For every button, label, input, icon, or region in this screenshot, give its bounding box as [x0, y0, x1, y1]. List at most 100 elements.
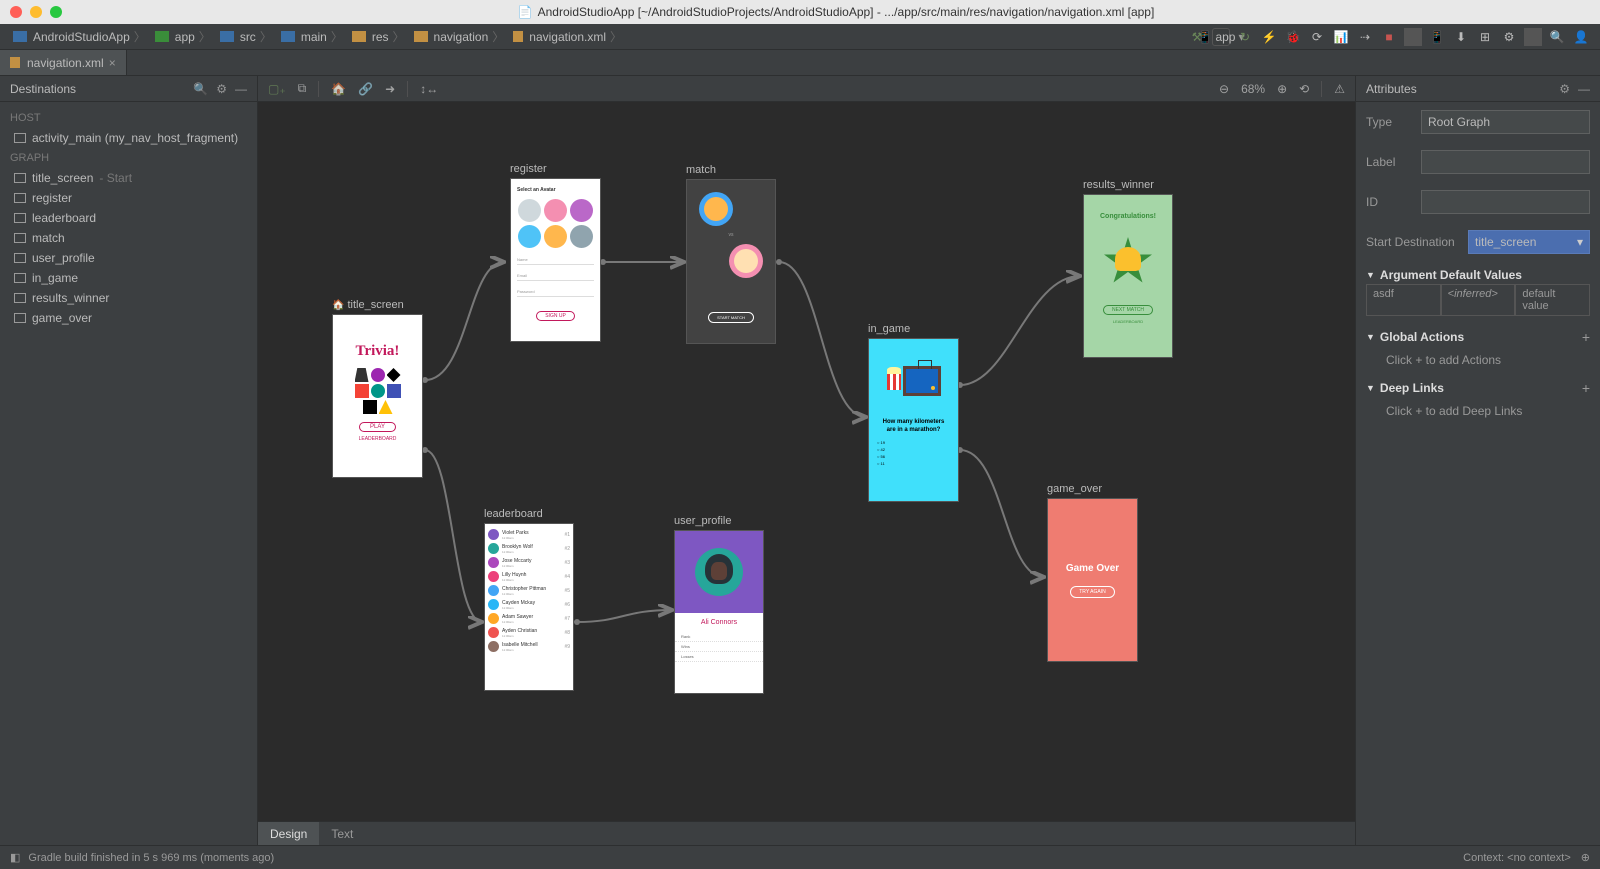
zoom-level[interactable]: 68% — [1241, 82, 1265, 96]
layout-icon — [14, 133, 26, 143]
graph-item-title-screen[interactable]: title_screen - Start — [0, 168, 257, 188]
graph-item-game-over[interactable]: game_over — [0, 308, 257, 328]
status-bar: ◧ Gradle build finished in 5 s 969 ms (m… — [0, 845, 1600, 869]
hide-icon[interactable]: — — [235, 82, 247, 96]
attr-argv-table: asdf <inferred> default value — [1356, 284, 1600, 316]
graph-item-user-profile[interactable]: user_profile — [0, 248, 257, 268]
navigation-bar: AndroidStudioApp〉 app〉 src〉 main〉 res〉 n… — [0, 24, 1600, 50]
graph-item-leaderboard[interactable]: leaderboard — [0, 208, 257, 228]
attr-start-label: Start Destination — [1366, 235, 1458, 249]
settings-icon[interactable]: ⚙ — [1500, 28, 1518, 46]
attr-id-input[interactable] — [1421, 190, 1590, 214]
graph-item-results-winner[interactable]: results_winner — [0, 288, 257, 308]
screen-match[interactable]: match vs START MATCH — [686, 164, 776, 344]
traffic-lights — [10, 6, 62, 18]
structure-icon[interactable]: ⊞ — [1476, 28, 1494, 46]
inspector-icon[interactable]: ⊕ — [1581, 851, 1590, 864]
run-configuration-selector[interactable]: 📱app▾ — [1212, 28, 1230, 46]
graph-item-in-game[interactable]: in_game — [0, 268, 257, 288]
screen-title-screen[interactable]: 🏠title_screen Trivia! PLAY LEADERB — [332, 299, 423, 478]
arrow-icon[interactable]: ➜ — [385, 82, 395, 96]
gear-icon[interactable]: ⚙ — [1559, 82, 1570, 96]
table-row: Lilly Huynh11:00am#4 — [488, 570, 570, 583]
screen-leaderboard[interactable]: leaderboard Violet Parks11:00am#1Brookly… — [484, 508, 574, 691]
zoom-in-icon[interactable]: ⊕ — [1277, 82, 1287, 96]
breadcrumbs: AndroidStudioApp〉 app〉 src〉 main〉 res〉 n… — [10, 26, 625, 47]
screen-game-over[interactable]: game_over Game Over TRY AGAIN — [1047, 483, 1138, 662]
new-destination-icon[interactable]: ▢₊ — [268, 82, 286, 96]
zoom-out-icon[interactable]: ⊖ — [1219, 82, 1229, 96]
breadcrumb-res[interactable]: res〉 — [349, 26, 408, 47]
table-row: Brooklyn Wolf11:00am#2 — [488, 542, 570, 555]
tab-design[interactable]: Design — [258, 822, 319, 845]
stop-icon[interactable]: ■ — [1380, 28, 1398, 46]
breadcrumb-project[interactable]: AndroidStudioApp〉 — [10, 26, 149, 47]
attr-type-input — [1421, 110, 1590, 134]
file-tab-label: navigation.xml — [27, 56, 104, 70]
attr-section-deep-links[interactable]: ▼Deep Links+ — [1356, 375, 1600, 401]
screen-register[interactable]: register Select an Avatar Name Email Pas… — [510, 163, 601, 342]
screen-results-winner[interactable]: results_winner Congratulations! NEXT MAT… — [1083, 179, 1173, 358]
table-row: Violet Parks11:00am#1 — [488, 528, 570, 541]
destinations-panel: Destinations 🔍 ⚙ — HOST activity_main (m… — [0, 76, 258, 845]
sync-icon[interactable]: ↻ — [1236, 28, 1254, 46]
screen-in-game[interactable]: in_game How many kilometers are in a mar… — [868, 323, 959, 502]
tool-window-icon[interactable]: ◧ — [10, 851, 20, 864]
navigation-canvas[interactable]: 🏠title_screen Trivia! PLAY LEADERB — [258, 102, 1355, 821]
run-icon[interactable]: ⚡ — [1260, 28, 1278, 46]
breadcrumb-src[interactable]: src〉 — [217, 26, 275, 47]
breadcrumb-file[interactable]: navigation.xml〉 — [510, 26, 625, 47]
table-row: Ayden Christian11:00am#8 — [488, 626, 570, 639]
home-icon[interactable]: 🏠 — [331, 82, 346, 96]
auto-arrange-icon[interactable]: ↕↔ — [420, 82, 438, 96]
minimize-window-button[interactable] — [30, 6, 42, 18]
attach-icon[interactable]: ⇢ — [1356, 28, 1374, 46]
breadcrumb-app[interactable]: app〉 — [152, 26, 214, 47]
attributes-title: Attributes — [1366, 82, 1417, 96]
breadcrumb-main[interactable]: main〉 — [278, 26, 346, 47]
context-text[interactable]: Context: <no context> — [1463, 852, 1571, 864]
sdk-icon[interactable]: ⬇ — [1452, 28, 1470, 46]
search-icon[interactable]: 🔍 — [193, 82, 208, 96]
attr-deep-hint: Click + to add Deep Links — [1356, 401, 1600, 426]
coverage-icon[interactable]: ⟳ — [1308, 28, 1326, 46]
avatar-icon[interactable]: 👤 — [1572, 28, 1590, 46]
add-deeplink-icon[interactable]: + — [1582, 380, 1590, 396]
attr-label-input[interactable] — [1421, 150, 1590, 174]
add-action-icon[interactable]: + — [1582, 329, 1590, 345]
destinations-title: Destinations — [10, 82, 76, 96]
close-tab-icon[interactable]: × — [109, 56, 116, 70]
graph-item-match[interactable]: match — [0, 228, 257, 248]
editor-tabs: navigation.xml × — [0, 50, 1600, 76]
debug-icon[interactable]: 🐞 — [1284, 28, 1302, 46]
attributes-panel: Attributes ⚙ — Type Label ID Start Desti… — [1355, 76, 1600, 845]
attr-global-hint: Click + to add Actions — [1356, 350, 1600, 375]
gear-icon[interactable]: ⚙ — [216, 82, 227, 96]
attr-start-select[interactable]: title_screen▾ — [1468, 230, 1590, 254]
host-item[interactable]: activity_main (my_nav_host_fragment) — [0, 128, 257, 148]
tab-text[interactable]: Text — [319, 822, 365, 845]
attr-section-global-actions[interactable]: ▼Global Actions+ — [1356, 324, 1600, 350]
reset-zoom-icon[interactable]: ⟲ — [1299, 82, 1309, 96]
hide-icon[interactable]: — — [1578, 82, 1590, 96]
link-icon[interactable]: 🔗 — [358, 82, 373, 96]
breadcrumb-navigation[interactable]: navigation〉 — [411, 26, 508, 47]
screen-user-profile[interactable]: user_profile Ali Connors Rank Wins Losse… — [674, 515, 764, 694]
avd-icon[interactable]: 📱 — [1428, 28, 1446, 46]
warnings-icon[interactable]: ⚠ — [1334, 82, 1345, 96]
window-titlebar: 📄AndroidStudioApp [~/AndroidStudioProjec… — [0, 0, 1600, 24]
attr-type-label: Type — [1366, 115, 1411, 129]
file-tab-navigation[interactable]: navigation.xml × — [0, 50, 127, 75]
nest-graph-icon[interactable]: ⧉ — [298, 81, 307, 96]
table-row: Christopher Pittman11:00am#5 — [488, 584, 570, 597]
zoom-window-button[interactable] — [50, 6, 62, 18]
close-window-button[interactable] — [10, 6, 22, 18]
profiler-icon[interactable]: 📊 — [1332, 28, 1350, 46]
start-icon: 🏠 — [332, 300, 344, 311]
table-row: Isabelle Mitchell11:00am#9 — [488, 640, 570, 653]
graph-item-register[interactable]: register — [0, 188, 257, 208]
search-icon[interactable]: 🔍 — [1548, 28, 1566, 46]
attr-section-argv[interactable]: ▼Argument Default Values — [1356, 262, 1600, 288]
trivia-title: Trivia! — [356, 343, 400, 360]
table-row: Jose Mccarty11:00am#3 — [488, 556, 570, 569]
